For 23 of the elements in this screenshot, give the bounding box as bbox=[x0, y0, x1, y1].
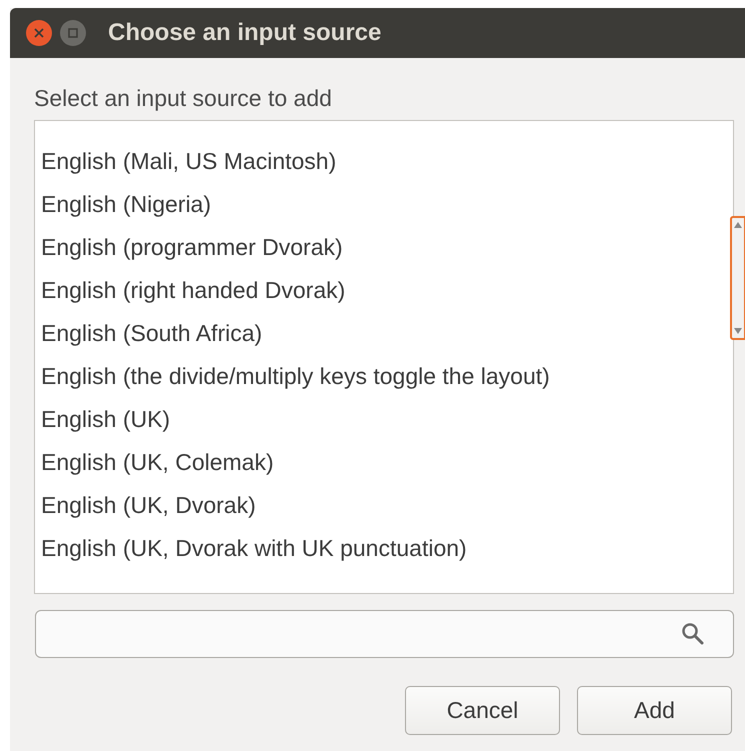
prompt-label: Select an input source to add bbox=[34, 84, 333, 112]
search-field[interactable] bbox=[35, 610, 734, 658]
scrollbar-thumb[interactable] bbox=[730, 216, 745, 340]
list-item[interactable]: English (Nigeria) bbox=[35, 183, 733, 226]
dialog-button[interactable]: Add bbox=[577, 686, 732, 735]
list-item[interactable]: English (UK, Dvorak) bbox=[35, 484, 733, 527]
list-item[interactable]: English (the divide/multiply keys toggle the layout) bbox=[35, 355, 733, 398]
dialog-button[interactable]: Cancel bbox=[405, 686, 560, 735]
list-item[interactable]: English (Mali, US Macintosh) bbox=[35, 140, 733, 183]
scroll-up-icon bbox=[734, 222, 742, 228]
window-title: Choose an input source bbox=[108, 18, 382, 48]
close-icon bbox=[34, 28, 44, 38]
search-icon bbox=[681, 622, 705, 646]
list-item[interactable]: English (right handed Dvorak) bbox=[35, 269, 733, 312]
list-item[interactable]: English (programmer Dvorak) bbox=[35, 226, 733, 269]
list-item[interactable]: English (UK) bbox=[35, 398, 733, 441]
list-item[interactable]: English (UK, Dvorak with UK punctuation) bbox=[35, 527, 733, 570]
scroll-down-icon bbox=[734, 328, 742, 334]
maximize-button[interactable] bbox=[60, 20, 86, 46]
close-button[interactable] bbox=[26, 20, 52, 46]
list-item[interactable]: English (UK, Colemak) bbox=[35, 441, 733, 484]
maximize-icon bbox=[68, 28, 78, 38]
list-item[interactable]: English (South Africa) bbox=[35, 312, 733, 355]
